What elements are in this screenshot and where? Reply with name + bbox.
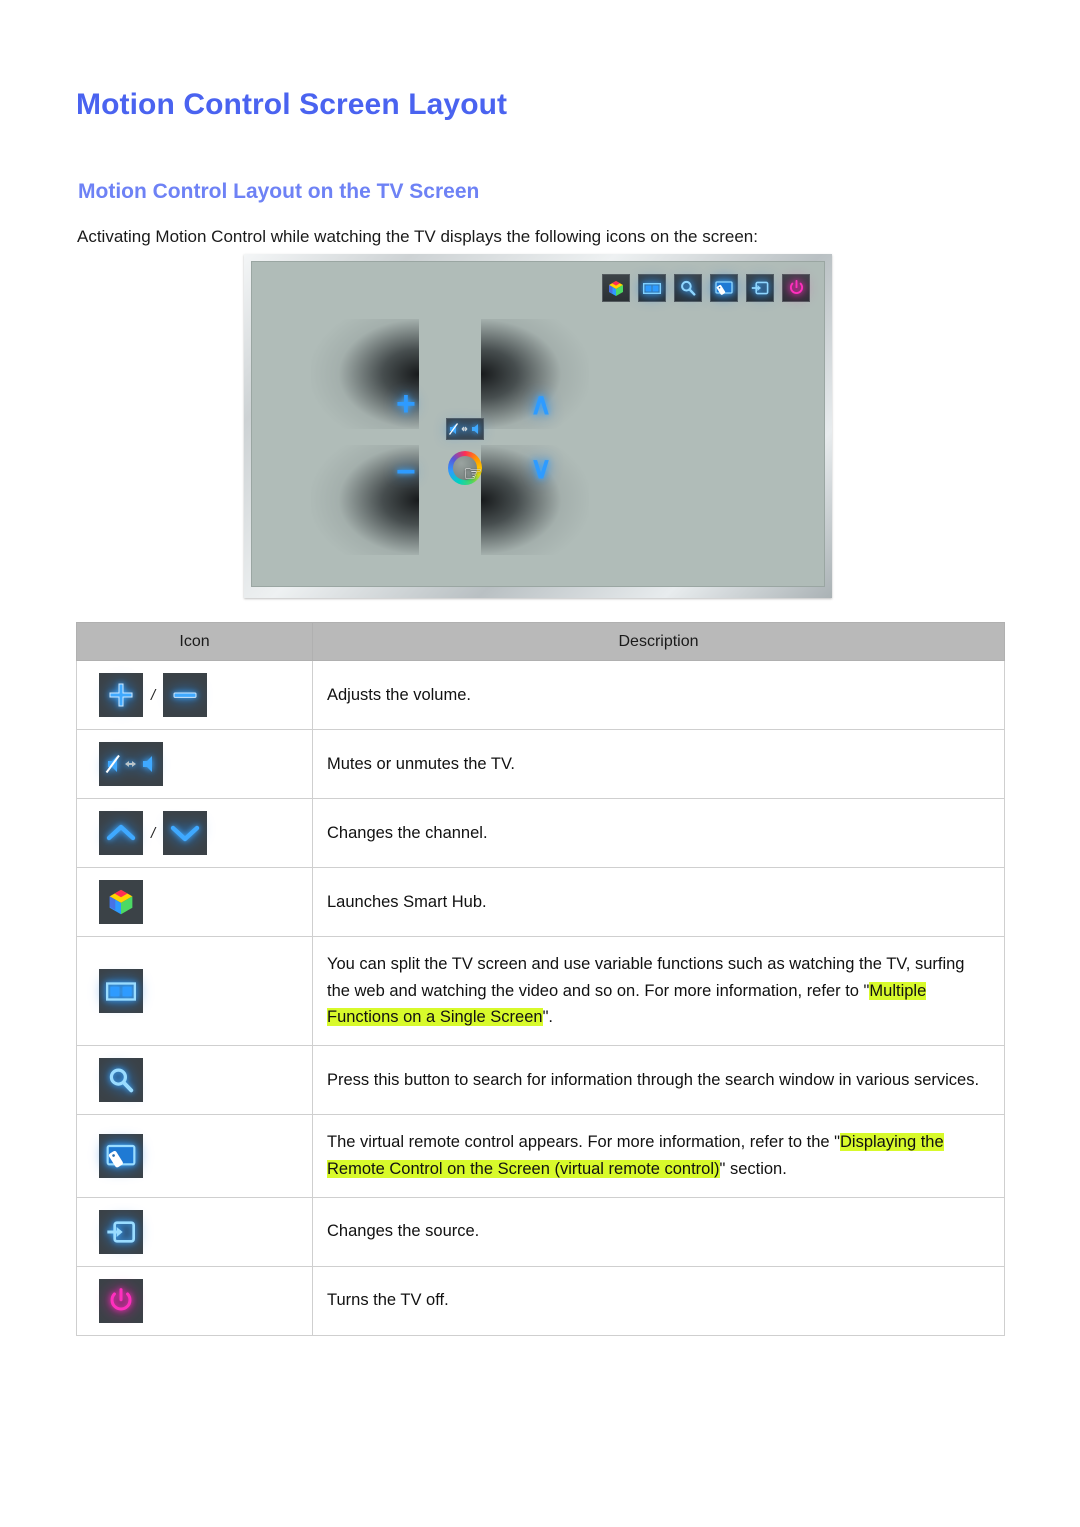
table-row: Press this button to search for informat…: [76, 1045, 1005, 1116]
plus-glyph: [109, 683, 133, 707]
source-input-glyph: [107, 1220, 135, 1243]
description-text-post: " section.: [719, 1159, 787, 1178]
table-row: You can split the TV screen and use vari…: [76, 935, 1005, 1047]
smart-hub-icon[interactable]: [99, 880, 143, 924]
table-row: Turns the TV off.: [76, 1265, 1005, 1336]
chevron-up-glyph: [106, 824, 136, 841]
channel-down-glyph: ∨: [530, 452, 552, 485]
cell-description: Changes the channel.: [312, 798, 1005, 868]
cell-icon-channel: /: [76, 798, 313, 868]
document-page: Motion Control Screen Layout Motion Cont…: [0, 0, 1080, 1527]
table-row: Launches Smart Hub.: [76, 867, 1005, 937]
tv-screen: + ∧ − ∨ ☞: [251, 261, 825, 587]
cell-description: Press this button to search for informat…: [312, 1045, 1005, 1116]
mute-toggle-icon[interactable]: [99, 742, 163, 786]
intro-paragraph: Activating Motion Control while watching…: [77, 227, 758, 246]
source-input-glyph: [751, 281, 769, 295]
description-text-post: ".: [542, 1008, 554, 1027]
magnifier-glyph: [109, 1068, 134, 1093]
table-row: / Adjusts the volume.: [76, 660, 1005, 730]
volume-up-icon[interactable]: [99, 673, 143, 717]
tv-top-icon-bar: [602, 274, 810, 302]
mute-toggle-glyph: [449, 423, 478, 435]
mute-unmute-glyph: [105, 754, 152, 774]
cell-icon-mute: [76, 729, 313, 799]
channel-up-glyph: ∧: [530, 388, 552, 421]
minus-glyph: [173, 692, 197, 698]
table-row: Changes the source.: [76, 1196, 1005, 1267]
channel-up-icon[interactable]: [99, 811, 143, 855]
table-row: The virtual remote control appears. For …: [76, 1114, 1005, 1198]
magnifier-glyph: [681, 280, 696, 296]
cell-description: Launches Smart Hub.: [312, 867, 1005, 937]
source-icon[interactable]: [99, 1209, 143, 1254]
search-icon[interactable]: [674, 274, 702, 302]
cell-description: Turns the TV off.: [312, 1265, 1005, 1336]
smart-hub-icon[interactable]: [602, 274, 630, 302]
cell-description: Mutes or unmutes the TV.: [312, 729, 1005, 799]
channel-down-icon[interactable]: [163, 811, 208, 855]
power-glyph: [110, 1287, 132, 1311]
volume-down-icon[interactable]: [163, 673, 208, 717]
virtual-remote-icon[interactable]: [710, 274, 738, 302]
section-title: Motion Control Layout on the TV Screen: [78, 180, 480, 204]
source-icon[interactable]: [746, 274, 774, 302]
cell-description: You can split the TV screen and use vari…: [312, 935, 1005, 1047]
column-header-icon: Icon: [76, 622, 313, 661]
multi-link-screen-icon[interactable]: [638, 274, 666, 302]
icon-description-table: Icon Description / Adjusts the volume. M…: [76, 622, 1005, 1336]
smart-hub-cube-glyph: [109, 889, 133, 915]
remote-on-screen-glyph: [106, 1144, 136, 1168]
table-row: Mutes or unmutes the TV.: [76, 729, 1005, 799]
cell-description: The virtual remote control appears. For …: [312, 1114, 1005, 1198]
column-header-description: Description: [312, 622, 1005, 661]
split-screen-glyph: [643, 282, 661, 294]
description-text-pre: The virtual remote control appears. For …: [327, 1133, 840, 1152]
volume-up-glyph: +: [396, 385, 416, 423]
power-icon[interactable]: [782, 274, 810, 302]
cell-icon-search: [76, 1045, 313, 1116]
split-screen-glyph: [106, 981, 136, 1001]
cell-icon-smart-hub: [76, 867, 313, 937]
multi-link-screen-icon[interactable]: [99, 969, 143, 1014]
power-glyph: [789, 280, 803, 294]
cell-description: Changes the source.: [312, 1196, 1005, 1267]
tv-bezel: + ∧ − ∨ ☞: [244, 254, 832, 598]
volume-down-glyph: −: [396, 453, 416, 491]
icon-separator: /: [151, 686, 156, 704]
cell-icon-source: [76, 1196, 313, 1267]
table-header-row: Icon Description: [76, 622, 1005, 661]
cell-icon-volume: /: [76, 660, 313, 730]
cell-icon-virtual-remote: [76, 1114, 313, 1198]
smart-hub-cube-glyph: [609, 280, 623, 296]
motion-control-tv-figure: + ∧ − ∨ ☞: [244, 254, 832, 598]
table-row: / Changes the channel.: [76, 798, 1005, 868]
power-icon[interactable]: [99, 1278, 143, 1323]
mute-toggle-icon[interactable]: [446, 418, 484, 440]
color-wheel-cursor[interactable]: ☞: [448, 451, 483, 486]
remote-on-screen-glyph: [715, 281, 733, 295]
hand-pointer-icon: ☞: [463, 461, 483, 486]
virtual-remote-icon[interactable]: [99, 1133, 143, 1178]
cell-icon-multi-link: [76, 935, 313, 1047]
icon-separator: /: [151, 824, 156, 842]
cell-description: Adjusts the volume.: [312, 660, 1005, 730]
cell-icon-power: [76, 1265, 313, 1336]
chevron-down-glyph: [170, 825, 200, 842]
page-title: Motion Control Screen Layout: [76, 88, 508, 122]
search-icon[interactable]: [99, 1058, 143, 1103]
